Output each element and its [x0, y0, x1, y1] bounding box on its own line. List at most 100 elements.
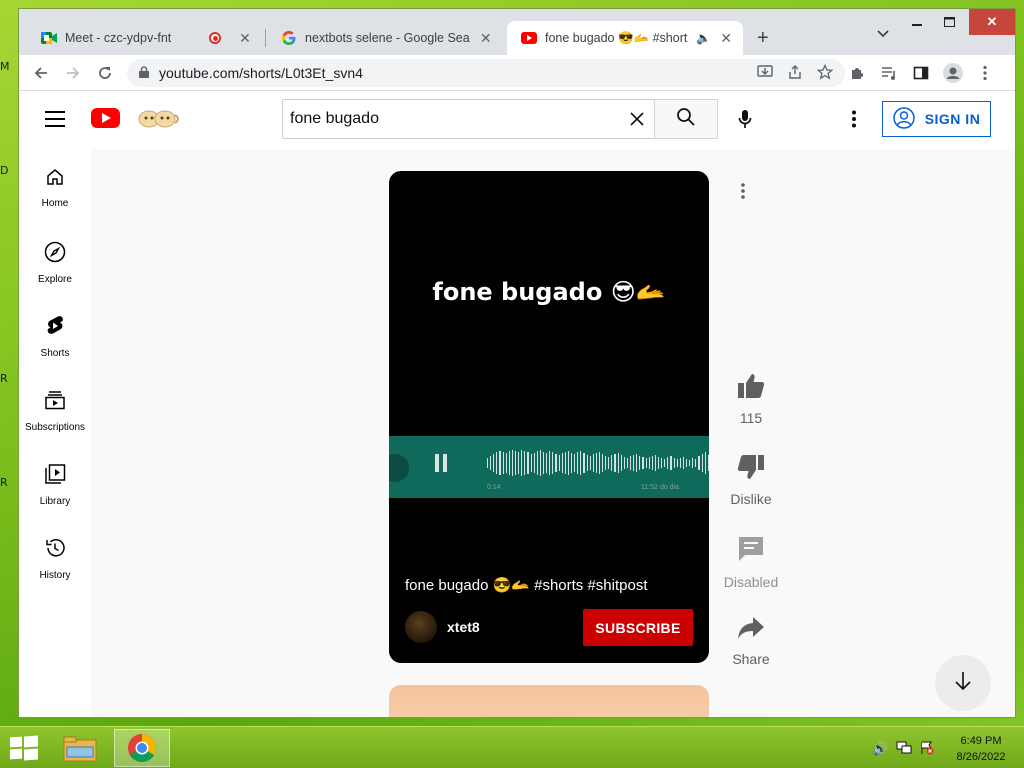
close-tab-icon[interactable]: ✕ — [478, 30, 493, 47]
tab-title: nextbots selene - Google Search — [305, 31, 471, 45]
clear-search-icon[interactable] — [630, 109, 644, 132]
short-title[interactable]: fone bugado 😎🫴 #shorts #shitpost — [405, 576, 648, 594]
tab-strip: Meet - czc-ydpv-fnt ✕ nextbots selene - … — [19, 9, 1015, 55]
channel-name[interactable]: xtet8 — [447, 619, 480, 635]
profile-avatar-icon[interactable] — [943, 63, 963, 83]
extensions-icon[interactable] — [847, 63, 867, 83]
guide-label: Shorts — [40, 348, 70, 359]
guide-item-shorts[interactable]: Shorts — [19, 297, 91, 371]
tab-google-search[interactable]: nextbots selene - Google Search ✕ — [267, 21, 503, 55]
desktop-glyph: R — [0, 476, 8, 489]
guide-item-explore[interactable]: Explore — [19, 223, 91, 297]
settings-more-icon[interactable] — [842, 107, 866, 131]
search-icon — [676, 107, 696, 132]
speaker-icon[interactable]: 🔈 — [696, 31, 711, 45]
guide-label: Home — [41, 198, 69, 209]
close-tab-icon[interactable]: ✕ — [237, 30, 253, 47]
chrome-taskbar-icon[interactable] — [114, 729, 170, 767]
guide-item-history[interactable]: History — [19, 519, 91, 593]
share-button[interactable]: Share — [711, 616, 791, 667]
like-count: 115 — [739, 410, 763, 426]
dislike-button[interactable]: Dislike — [711, 454, 791, 507]
minimize-icon[interactable] — [903, 9, 931, 35]
guide-label: Explore — [38, 274, 72, 285]
thumbs-down-icon — [737, 454, 765, 485]
tab-title: Meet - czc-ydpv-fnt — [65, 31, 172, 45]
arrow-down-icon — [954, 671, 972, 696]
chrome-menu-icon[interactable] — [975, 63, 995, 83]
microphone-icon[interactable] — [733, 107, 757, 131]
youtube-doodle-icon[interactable] — [135, 107, 183, 129]
channel-info[interactable]: xtet8 — [405, 611, 480, 643]
youtube-page: fone bugado SIGN IN Home Explore Shorts … — [19, 91, 1015, 717]
tab-meet[interactable]: Meet - czc-ydpv-fnt ✕ — [27, 21, 263, 55]
channel-avatar[interactable] — [405, 611, 437, 643]
windows-taskbar: 🔊 6:49 PM 8/26/2022 — [0, 726, 1024, 768]
tab-title: fone bugado 😎🫴 #shorts #s — [545, 30, 688, 45]
subscriptions-icon — [44, 389, 66, 416]
browser-window: Meet - czc-ydpv-fnt ✕ nextbots selene - … — [18, 8, 1016, 718]
chevron-down-icon[interactable] — [877, 27, 889, 41]
clock-date: 8/26/2022 — [956, 751, 1006, 763]
home-icon — [45, 167, 65, 192]
system-tray: 🔊 — [872, 741, 934, 758]
install-app-icon[interactable] — [757, 64, 773, 83]
google-meet-icon — [41, 30, 57, 46]
comments-label: Disabled — [723, 574, 779, 590]
waveform-time-left: 0:14 — [487, 484, 501, 491]
search-button[interactable] — [654, 99, 718, 139]
dislike-label: Dislike — [730, 491, 772, 507]
guide-sidebar: Home Explore Shorts Subscriptions Librar… — [19, 149, 91, 717]
menu-icon[interactable] — [45, 111, 65, 127]
waveform-time-right: 11:52 do dia — [641, 484, 680, 491]
lock-icon — [139, 65, 149, 81]
share-page-icon[interactable] — [787, 64, 803, 83]
network-icon[interactable] — [896, 741, 912, 758]
next-short-preview[interactable] — [389, 685, 709, 717]
recording-dot-icon — [209, 32, 221, 44]
maximize-icon[interactable] — [935, 9, 963, 35]
shorts-content: fone bugado 😎🫴 0:14 11:52 do dia fone bu… — [91, 149, 1015, 717]
address-bar[interactable]: youtube.com/shorts/L0t3Et_svn4 — [127, 59, 845, 87]
short-video-player[interactable]: fone bugado 😎🫴 0:14 11:52 do dia fone bu… — [389, 171, 709, 663]
next-video-button[interactable] — [935, 655, 991, 711]
youtube-icon — [521, 30, 537, 46]
search-input[interactable]: fone bugado — [282, 99, 655, 139]
new-tab-icon[interactable]: + — [757, 27, 769, 50]
volume-icon[interactable]: 🔊 — [872, 741, 888, 758]
guide-item-home[interactable]: Home — [19, 149, 91, 223]
reload-icon[interactable] — [95, 63, 115, 83]
sign-in-label: SIGN IN — [924, 111, 981, 127]
clock-time: 6:49 PM — [960, 735, 1002, 747]
subscribe-button[interactable]: SUBSCRIBE — [583, 609, 693, 646]
video-overlay-text: fone bugado 😎🫴 — [432, 278, 666, 306]
guide-item-subscriptions[interactable]: Subscriptions — [19, 371, 91, 445]
forward-icon[interactable] — [63, 63, 83, 83]
action-center-flag-icon[interactable] — [920, 741, 934, 758]
url-text: youtube.com/shorts/L0t3Et_svn4 — [159, 65, 363, 81]
tab-youtube-short[interactable]: fone bugado 😎🫴 #shorts #s 🔈 ✕ — [507, 21, 743, 55]
side-panel-icon[interactable] — [911, 63, 931, 83]
taskbar-clock[interactable]: 6:49 PM 8/26/2022 — [950, 733, 1012, 765]
sign-in-button[interactable]: SIGN IN — [882, 101, 991, 137]
comments-button[interactable]: Disabled — [711, 535, 791, 590]
youtube-logo[interactable] — [91, 108, 120, 128]
history-icon — [44, 537, 66, 564]
bookmark-star-icon[interactable] — [816, 63, 834, 83]
browser-toolbar: youtube.com/shorts/L0t3Et_svn4 — [19, 55, 1015, 91]
share-arrow-icon — [737, 616, 765, 645]
back-icon[interactable] — [31, 63, 51, 83]
file-explorer-icon[interactable] — [52, 729, 108, 767]
media-control-icon[interactable] — [879, 63, 899, 83]
close-tab-icon[interactable]: ✕ — [719, 30, 733, 47]
like-button[interactable]: 115 — [711, 373, 791, 426]
comment-icon — [737, 535, 765, 568]
search-query: fone bugado — [290, 110, 379, 127]
desktop-glyph: R — [0, 372, 8, 385]
close-window-icon[interactable]: ✕ — [969, 9, 1015, 35]
windows-start-icon[interactable] — [10, 735, 38, 761]
short-more-options-icon[interactable] — [731, 179, 755, 203]
youtube-header: fone bugado SIGN IN — [19, 91, 1015, 149]
guide-item-library[interactable]: Library — [19, 445, 91, 519]
guide-label: Library — [39, 496, 71, 507]
